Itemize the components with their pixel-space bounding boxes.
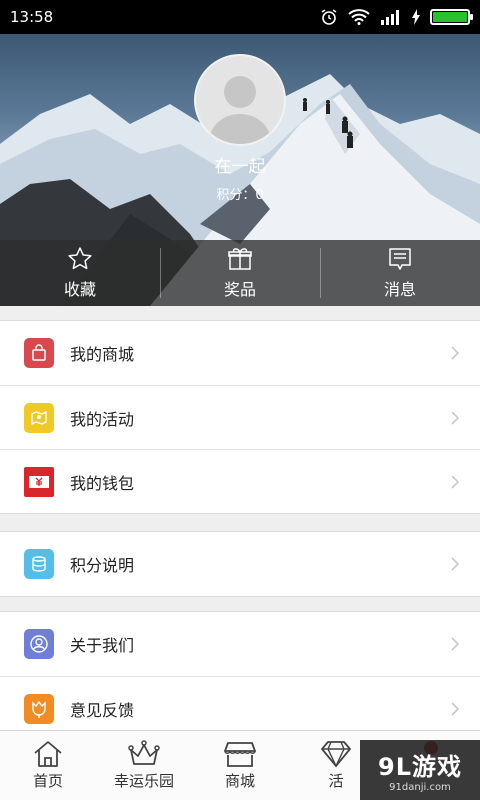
menu-label: 我的活动 [70,409,135,429]
chevron-right-icon [451,557,460,571]
about-person-icon [24,629,54,659]
crown-icon [128,740,160,765]
status-bar: 13:58 [0,0,480,34]
menu-label: 关于我们 [70,636,135,655]
messages-button[interactable]: 消息 [320,240,480,306]
chevron-right-icon [451,346,460,360]
nav-home-label: 首页 [32,772,63,790]
menu-group-points: 积分说明 [0,531,480,597]
signal-icon [381,10,399,25]
chevron-right-icon [451,410,460,425]
menu-item-about-us[interactable]: 关于我们 [0,612,480,676]
menu-group-about: 关于我们 意见反馈 [0,611,480,740]
nav-lucky-park-label: 幸运乐园 [113,772,174,790]
nav-mall-label: 商城 [224,772,255,790]
nav-mall[interactable]: 商城 [192,731,288,800]
wallet-icon [24,466,54,497]
messages-label: 消息 [383,280,416,299]
menu-item-my-mall[interactable]: 我的商城 [0,321,480,385]
wifi-icon [348,9,370,25]
chevron-right-icon [451,637,460,651]
diamond-icon [321,741,351,768]
home-icon [34,741,62,767]
profile-header: 在一起 积分：0 收藏 奖品 消息 [0,34,480,306]
feedback-tulip-icon [24,693,54,724]
username: 在一起 [214,157,266,177]
chevron-right-icon [451,701,460,716]
menu-label: 我的钱包 [70,473,135,493]
menu-label: 积分说明 [70,556,135,575]
prizes-button[interactable]: 奖品 [160,240,320,306]
watermark: 9L游戏 91danji.com [360,740,480,800]
alarm-icon [321,9,337,25]
charging-icon [412,9,420,25]
points-database-icon [24,549,54,579]
battery-icon [430,9,473,25]
menu-item-my-wallet[interactable]: 我的钱包 [0,449,480,513]
watermark-sub: 91danji.com [389,782,451,793]
avatar[interactable] [194,54,286,146]
favorites-button[interactable]: 收藏 [0,240,160,306]
activity-map-icon [24,402,54,433]
hero-actions: 收藏 奖品 消息 [0,240,480,306]
menu-item-my-activities[interactable]: 我的活动 [0,385,480,449]
nav-activity-label: 活 [328,772,344,790]
message-icon [389,248,411,270]
points-text: 积分：0 [216,188,264,203]
menu-label: 我的商城 [70,345,135,364]
shopping-bag-icon [24,338,54,368]
prizes-label: 奖品 [223,280,256,299]
menu-label: 意见反馈 [70,700,135,720]
menu-item-points-info[interactable]: 积分说明 [0,532,480,596]
nav-home[interactable]: 首页 [0,731,96,800]
chevron-right-icon [451,474,460,489]
menu-group-account: 我的商城 我的活动 我的钱包 [0,320,480,514]
default-avatar-icon [208,76,272,144]
status-time: 13:58 [10,8,54,26]
star-icon [68,247,92,270]
gift-icon [228,248,252,270]
status-icons [320,8,473,26]
watermark-main: 9L游戏 [378,753,462,781]
favorites-label: 收藏 [63,280,96,299]
nav-lucky-park[interactable]: 幸运乐园 [96,731,192,800]
store-icon [224,742,256,767]
